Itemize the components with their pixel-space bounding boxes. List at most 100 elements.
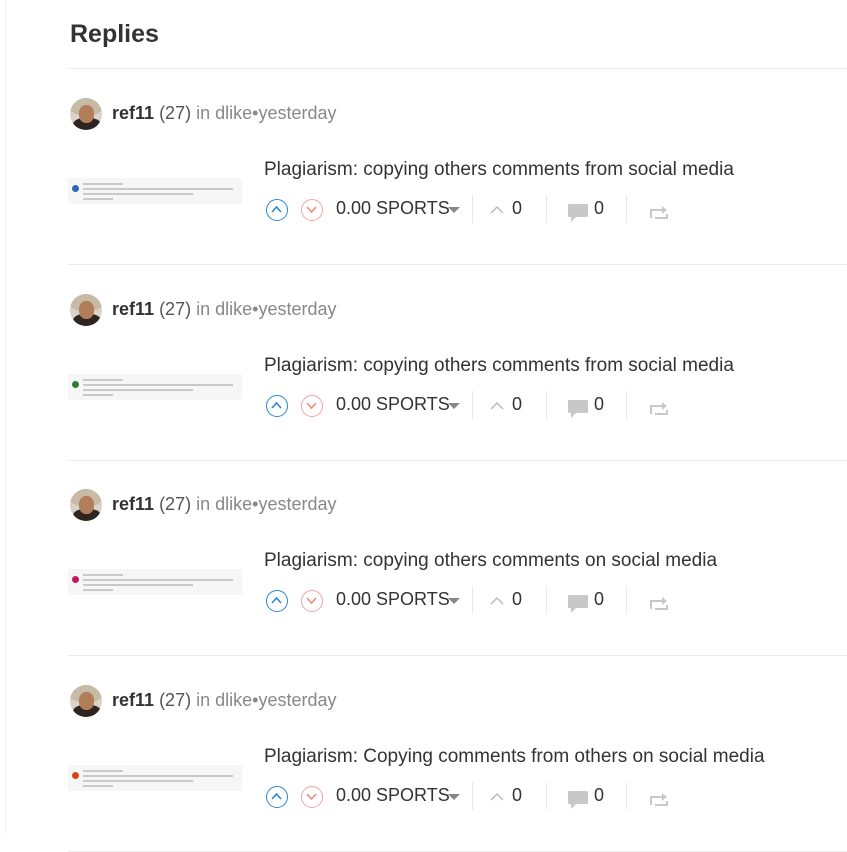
reblog-icon[interactable] — [649, 204, 669, 220]
reply-meta: ref11 (27) in dlike•yesterday — [112, 494, 337, 515]
divider — [472, 782, 473, 810]
post-title-link[interactable]: Plagiarism: copying others comments from… — [264, 355, 734, 377]
upvote-button[interactable] — [266, 199, 288, 221]
community-link[interactable]: dlike — [215, 103, 252, 123]
in-label: in — [196, 690, 211, 710]
divider — [472, 391, 473, 419]
likes-count: 0 — [512, 198, 523, 218]
payout-value[interactable]: 0.00 SPORTS — [336, 394, 450, 415]
post-actions: 0.00 SPORTS 0 0 — [266, 586, 686, 616]
page-left-border — [5, 0, 6, 834]
page-title: Replies — [70, 20, 159, 48]
comment-bubble-icon[interactable] — [567, 790, 589, 810]
chevron-up-icon — [271, 401, 282, 409]
likes-count: 0 — [512, 589, 523, 609]
thumbnail-avatar-dot — [72, 185, 79, 192]
post-thumbnail[interactable] — [68, 178, 242, 204]
caret-up-icon[interactable] — [490, 205, 504, 214]
chevron-down-icon — [306, 402, 317, 410]
reply-item: ref11 (27) in dlike•yesterday Plagiarism… — [68, 656, 847, 852]
community-link[interactable]: dlike — [215, 690, 252, 710]
reblog-icon[interactable] — [649, 400, 669, 416]
author-link[interactable]: ref11 — [112, 299, 154, 319]
upvote-button[interactable] — [266, 786, 288, 808]
caret-up-icon[interactable] — [490, 792, 504, 801]
reply-meta: ref11 (27) in dlike•yesterday — [112, 690, 337, 711]
divider — [626, 391, 627, 419]
post-thumbnail[interactable] — [68, 374, 242, 400]
upvote-button[interactable] — [266, 590, 288, 612]
author-reputation: (27) — [159, 690, 192, 710]
divider — [546, 195, 547, 223]
caret-down-icon[interactable] — [448, 598, 460, 604]
author-link[interactable]: ref11 — [112, 494, 154, 514]
caret-down-icon[interactable] — [448, 403, 460, 409]
divider — [546, 782, 547, 810]
author-link[interactable]: ref11 — [112, 103, 154, 123]
caret-up-icon[interactable] — [490, 401, 504, 410]
author-avatar[interactable] — [70, 98, 102, 130]
reply-item: ref11 (27) in dlike•yesterday Plagiarism… — [68, 265, 847, 461]
comment-bubble-icon[interactable] — [567, 399, 589, 419]
divider — [626, 195, 627, 223]
post-time[interactable]: yesterday — [258, 103, 336, 123]
post-time[interactable]: yesterday — [258, 690, 336, 710]
community-link[interactable]: dlike — [215, 299, 252, 319]
comment-bubble-icon[interactable] — [567, 594, 589, 614]
author-avatar[interactable] — [70, 294, 102, 326]
author-avatar[interactable] — [70, 685, 102, 717]
comments-count: 0 — [594, 198, 605, 218]
in-label: in — [196, 299, 211, 319]
post-title-link[interactable]: Plagiarism: copying others comments from… — [264, 159, 734, 181]
post-time[interactable]: yesterday — [258, 494, 336, 514]
reply-meta: ref11 (27) in dlike•yesterday — [112, 103, 337, 124]
caret-down-icon[interactable] — [448, 794, 460, 800]
divider — [626, 586, 627, 614]
downvote-button[interactable] — [301, 590, 323, 612]
reply-item: ref11 (27) in dlike•yesterday Plagiarism… — [68, 460, 847, 656]
caret-up-icon[interactable] — [490, 596, 504, 605]
author-reputation: (27) — [159, 299, 192, 319]
thumbnail-avatar-dot — [72, 381, 79, 388]
post-time[interactable]: yesterday — [258, 299, 336, 319]
downvote-button[interactable] — [301, 786, 323, 808]
divider — [626, 782, 627, 810]
comments-count: 0 — [594, 394, 605, 414]
comments-count: 0 — [594, 785, 605, 805]
reblog-icon[interactable] — [649, 595, 669, 611]
author-avatar[interactable] — [70, 489, 102, 521]
author-link[interactable]: ref11 — [112, 690, 154, 710]
post-actions: 0.00 SPORTS 0 0 — [266, 391, 686, 421]
post-thumbnail[interactable] — [68, 569, 242, 595]
author-reputation: (27) — [159, 103, 192, 123]
comment-bubble-icon[interactable] — [567, 203, 589, 223]
reblog-icon[interactable] — [649, 791, 669, 807]
post-title-link[interactable]: Plagiarism: Copying comments from others… — [264, 746, 765, 768]
caret-down-icon[interactable] — [448, 207, 460, 213]
community-link[interactable]: dlike — [215, 494, 252, 514]
upvote-button[interactable] — [266, 395, 288, 417]
chevron-down-icon — [306, 597, 317, 605]
post-actions: 0.00 SPORTS 0 0 — [266, 195, 686, 225]
post-title-link[interactable]: Plagiarism: copying others comments on s… — [264, 550, 717, 572]
payout-value[interactable]: 0.00 SPORTS — [336, 589, 450, 610]
author-reputation: (27) — [159, 494, 192, 514]
reply-item: ref11 (27) in dlike•yesterday Plagiarism… — [68, 69, 847, 265]
thumbnail-avatar-dot — [72, 576, 79, 583]
payout-value[interactable]: 0.00 SPORTS — [336, 785, 450, 806]
chevron-up-icon — [271, 596, 282, 604]
post-actions: 0.00 SPORTS 0 0 — [266, 782, 686, 812]
downvote-button[interactable] — [301, 395, 323, 417]
downvote-button[interactable] — [301, 199, 323, 221]
divider — [472, 195, 473, 223]
chevron-down-icon — [306, 206, 317, 214]
divider — [546, 391, 547, 419]
chevron-up-icon — [271, 205, 282, 213]
in-label: in — [196, 494, 211, 514]
chevron-down-icon — [306, 793, 317, 801]
reply-meta: ref11 (27) in dlike•yesterday — [112, 299, 337, 320]
comments-count: 0 — [594, 589, 605, 609]
payout-value[interactable]: 0.00 SPORTS — [336, 198, 450, 219]
post-thumbnail[interactable] — [68, 765, 242, 791]
divider — [546, 586, 547, 614]
